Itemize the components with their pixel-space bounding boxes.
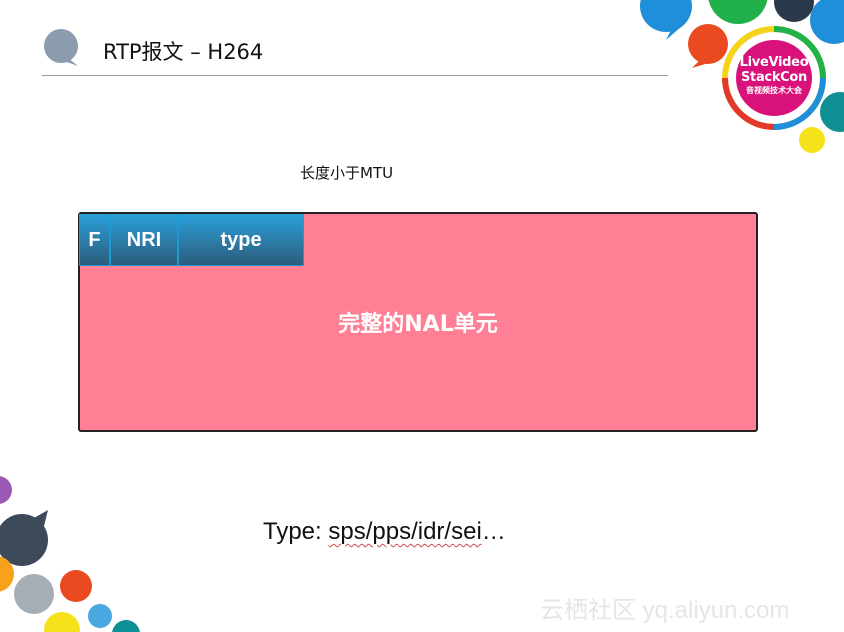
logo-text-line1: LiveVideo <box>739 55 809 70</box>
header-field-f: F <box>79 214 110 266</box>
length-label: 长度小于MTU <box>300 164 394 182</box>
decorative-bubbles-bottom <box>0 476 140 632</box>
header-field-type: type <box>178 214 304 266</box>
nal-unit-label: 完整的NAL单元 <box>338 312 498 337</box>
type-list-line: Type: sps/pps/idr/sei… <box>263 518 506 546</box>
type-values: sps/pps/idr/sei <box>328 518 482 545</box>
header-field-nri: NRI <box>110 214 178 266</box>
logo-text-line2: StackCon <box>740 70 808 85</box>
title-divider <box>42 75 668 76</box>
slide-title: RTP报文 – H264 <box>103 40 264 64</box>
type-prefix: Type: <box>263 518 329 545</box>
livevideo-stackcon-logo: LiveVideo StackCon 音视频技术大会 <box>722 26 826 130</box>
type-suffix: … <box>481 518 506 545</box>
speech-bubble-icon <box>44 29 78 66</box>
watermark: 云栖社区 yq.aliyun.com <box>540 597 790 624</box>
logo-text-line3: 音视频技术大会 <box>746 86 802 95</box>
